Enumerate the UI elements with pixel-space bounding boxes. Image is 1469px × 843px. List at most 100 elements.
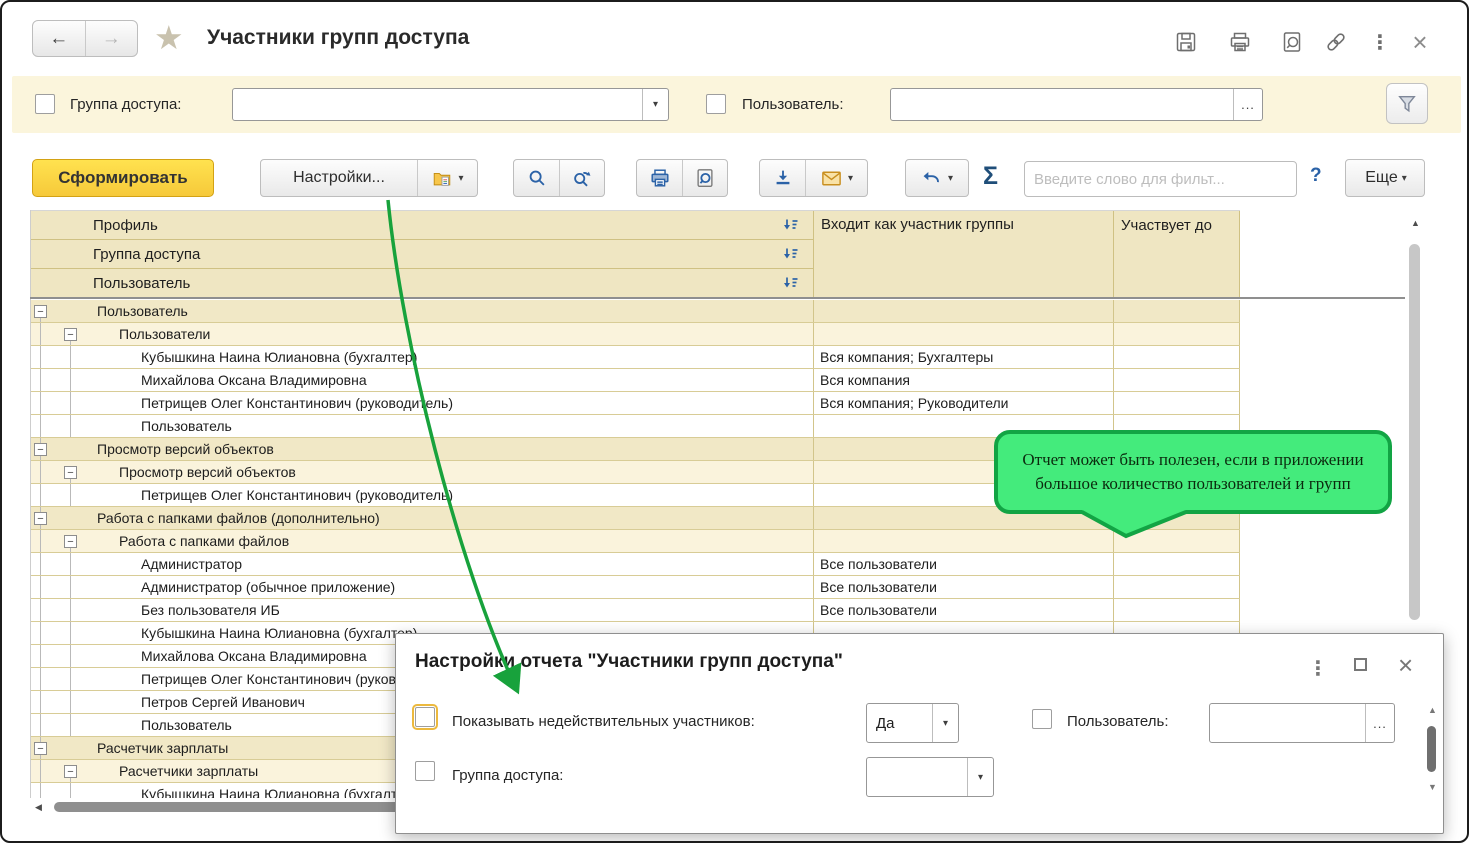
header-member-of-group[interactable]: Входит как участник группы bbox=[813, 211, 1113, 298]
dialog-scroll-down-icon[interactable]: ▼ bbox=[1428, 782, 1437, 792]
undo-button[interactable]: ▾ bbox=[906, 160, 968, 196]
table-row[interactable]: − − Пользователи bbox=[31, 323, 1240, 346]
cell-profile-group-user[interactable]: Пользователи bbox=[91, 323, 813, 345]
access-group-filter-checkbox[interactable] bbox=[35, 94, 55, 114]
show-invalid-members-checkbox[interactable] bbox=[415, 707, 435, 727]
cell-profile-group-user[interactable]: Петрищев Олег Константинович (руководите… bbox=[91, 484, 813, 506]
save-button[interactable] bbox=[1172, 28, 1200, 56]
cell-profile-group-user[interactable]: Администратор (обычное приложение) bbox=[91, 576, 813, 598]
cell-member-of-group[interactable]: Вся компания; Бухгалтеры bbox=[813, 346, 1113, 368]
find-next-button[interactable] bbox=[559, 160, 604, 196]
tree-collapse-icon[interactable]: − bbox=[64, 328, 77, 341]
cell-participates-until[interactable] bbox=[1113, 392, 1240, 414]
window-more-button[interactable]: ⋮ bbox=[1366, 28, 1394, 56]
tree-collapse-icon[interactable]: − bbox=[64, 535, 77, 548]
cell-profile-group-user[interactable]: Работа с папками файлов (дополнительно) bbox=[91, 507, 813, 529]
dialog-close-button[interactable]: × bbox=[1398, 652, 1413, 678]
header-participates-until[interactable]: Участвует до bbox=[1113, 211, 1240, 298]
table-row[interactable]: − − Петрищев Олег Константинович (руково… bbox=[31, 392, 1240, 415]
table-row[interactable]: − − Кубышкина Наина Юлиановна (бухгалтер… bbox=[31, 346, 1240, 369]
tree-collapse-icon[interactable]: − bbox=[34, 742, 47, 755]
preview-button[interactable] bbox=[1278, 28, 1306, 56]
cell-profile-group-user[interactable]: Просмотр версий объектов bbox=[91, 438, 813, 460]
cell-member-of-group[interactable] bbox=[813, 530, 1113, 552]
dialog-scroll-up-icon[interactable]: ▲ bbox=[1428, 705, 1437, 715]
dialog-more-button[interactable]: ⋮ bbox=[1308, 656, 1328, 681]
tree-collapse-icon[interactable]: − bbox=[64, 765, 77, 778]
cell-profile-group-user[interactable]: Администратор bbox=[91, 553, 813, 575]
table-row[interactable]: − − Пользователь bbox=[31, 300, 1240, 323]
word-filter-input[interactable] bbox=[1025, 162, 1296, 196]
show-invalid-members-value[interactable]: Да bbox=[867, 704, 932, 742]
get-link-button[interactable] bbox=[1322, 28, 1350, 56]
cell-member-of-group[interactable] bbox=[813, 323, 1113, 345]
forward-button[interactable]: → bbox=[85, 21, 138, 56]
user-choose-button[interactable]: ... bbox=[1233, 89, 1262, 120]
tree-collapse-icon[interactable]: − bbox=[34, 443, 47, 456]
cell-member-of-group[interactable]: Все пользователи bbox=[813, 576, 1113, 598]
cell-participates-until[interactable] bbox=[1113, 300, 1240, 322]
table-row[interactable]: − − Работа с папками файлов bbox=[31, 530, 1240, 553]
cell-member-of-group[interactable] bbox=[813, 300, 1113, 322]
cell-profile-group-user[interactable]: Петрищев Олег Константинович (руководите… bbox=[91, 392, 813, 414]
find-button[interactable] bbox=[514, 160, 559, 196]
cell-member-of-group[interactable]: Вся компания; Руководители bbox=[813, 392, 1113, 414]
cell-profile-group-user[interactable]: Просмотр версий объектов bbox=[91, 461, 813, 483]
cell-participates-until[interactable] bbox=[1113, 576, 1240, 598]
scroll-up-arrow-icon[interactable]: ▲ bbox=[1411, 218, 1420, 228]
cell-profile-group-user[interactable]: Пользователь bbox=[91, 415, 813, 437]
cell-member-of-group[interactable]: Все пользователи bbox=[813, 553, 1113, 575]
access-group-filter-input[interactable] bbox=[233, 89, 642, 120]
generate-report-button[interactable]: Сформировать bbox=[32, 159, 214, 197]
cell-participates-until[interactable] bbox=[1113, 599, 1240, 621]
scroll-left-arrow-icon[interactable]: ◀ bbox=[35, 802, 42, 813]
table-row[interactable]: − − Михайлова Оксана Владимировна Вся ко… bbox=[31, 369, 1240, 392]
cell-profile-group-user[interactable]: Кубышкина Наина Юлиановна (бухгалтер) bbox=[91, 346, 813, 368]
settings-button[interactable]: Настройки... bbox=[261, 160, 417, 196]
show-invalid-dropdown-button[interactable]: ▾ bbox=[932, 704, 958, 742]
favorite-star-icon[interactable]: ★ bbox=[154, 18, 184, 57]
more-actions-button[interactable]: Еще ▾ bbox=[1346, 160, 1424, 196]
dialog-access-group-checkbox[interactable] bbox=[415, 761, 435, 781]
print-button[interactable] bbox=[1226, 28, 1254, 56]
back-button[interactable]: ← bbox=[33, 21, 85, 56]
cell-participates-until[interactable] bbox=[1113, 346, 1240, 368]
table-row[interactable]: − − Администратор Все пользователи bbox=[31, 553, 1240, 576]
toolbar-preview-button[interactable] bbox=[682, 160, 727, 196]
save-result-button[interactable] bbox=[760, 160, 805, 196]
header-user[interactable]: Пользователь bbox=[31, 269, 813, 298]
dialog-access-group-dropdown-button[interactable]: ▾ bbox=[967, 758, 993, 796]
window-close-button[interactable]: × bbox=[1406, 28, 1434, 56]
cell-profile-group-user[interactable]: Без пользователя ИБ bbox=[91, 599, 813, 621]
cell-profile-group-user[interactable]: Пользователь bbox=[91, 300, 813, 322]
report-variants-button[interactable]: ▾ bbox=[417, 160, 477, 196]
dialog-access-group-value[interactable] bbox=[867, 758, 967, 796]
vertical-scrollbar-thumb[interactable] bbox=[1409, 244, 1420, 620]
dialog-scrollbar-thumb[interactable] bbox=[1427, 726, 1436, 772]
dialog-user-checkbox[interactable] bbox=[1032, 709, 1052, 729]
tree-collapse-icon[interactable]: − bbox=[34, 305, 47, 318]
dialog-maximize-button[interactable] bbox=[1354, 658, 1367, 671]
header-profile[interactable]: Профиль bbox=[31, 211, 813, 240]
access-group-dropdown-button[interactable]: ▾ bbox=[642, 89, 668, 120]
cell-participates-until[interactable] bbox=[1113, 553, 1240, 575]
toolbar-print-button[interactable] bbox=[637, 160, 682, 196]
cell-profile-group-user[interactable]: Работа с папками файлов bbox=[91, 530, 813, 552]
send-email-button[interactable]: ▾ bbox=[805, 160, 867, 196]
header-access-group[interactable]: Группа доступа bbox=[31, 240, 813, 269]
cell-profile-group-user[interactable]: Михайлова Оксана Владимировна bbox=[91, 369, 813, 391]
user-filter-checkbox[interactable] bbox=[706, 94, 726, 114]
help-button[interactable]: ? bbox=[1310, 165, 1322, 187]
totals-sigma-button[interactable]: Σ bbox=[983, 162, 998, 191]
dialog-user-choose-button[interactable]: ... bbox=[1365, 704, 1394, 742]
cell-participates-until[interactable] bbox=[1113, 323, 1240, 345]
filter-settings-button[interactable] bbox=[1386, 83, 1428, 124]
tree-collapse-icon[interactable]: − bbox=[64, 466, 77, 479]
cell-member-of-group[interactable]: Все пользователи bbox=[813, 599, 1113, 621]
tree-collapse-icon[interactable]: − bbox=[34, 512, 47, 525]
user-filter-input[interactable] bbox=[891, 89, 1233, 120]
cell-member-of-group[interactable]: Вся компания bbox=[813, 369, 1113, 391]
dialog-user-input[interactable] bbox=[1210, 704, 1365, 742]
table-row[interactable]: − − Без пользователя ИБ Все пользователи bbox=[31, 599, 1240, 622]
table-row[interactable]: − − Администратор (обычное приложение) В… bbox=[31, 576, 1240, 599]
